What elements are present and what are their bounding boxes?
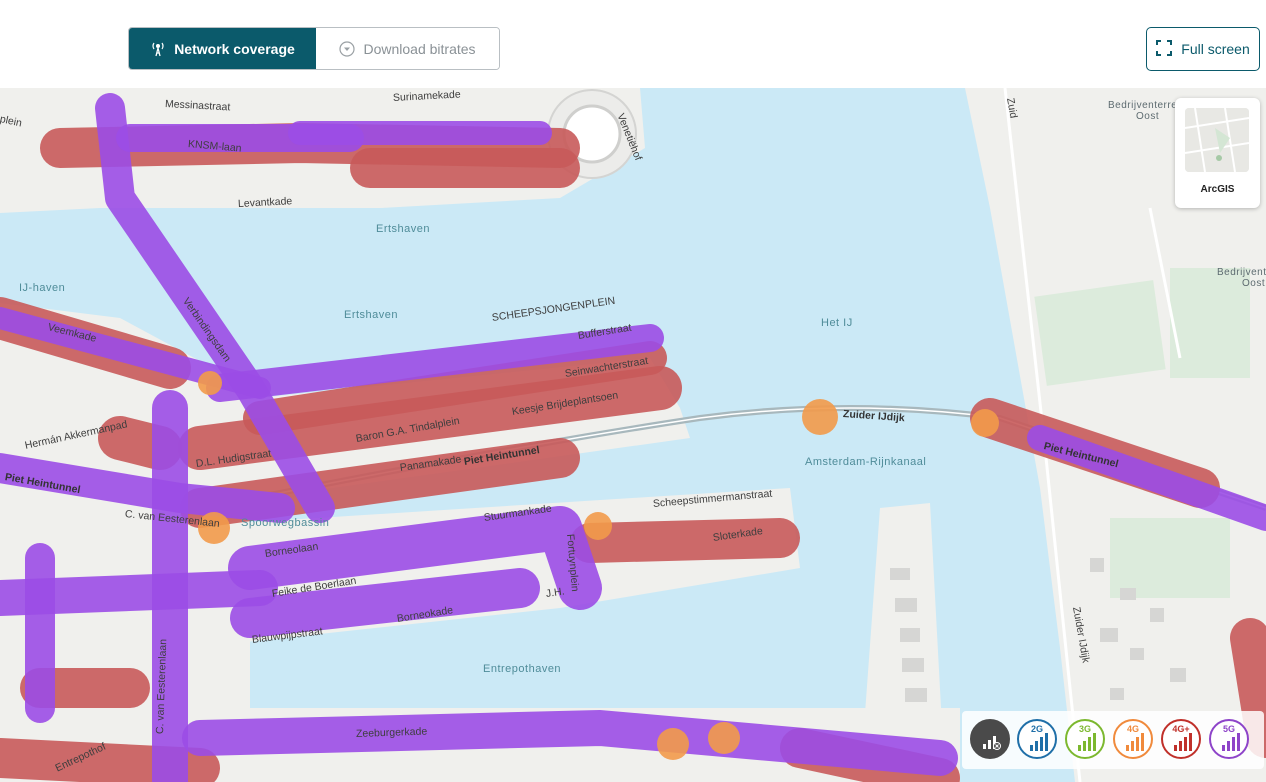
- signal-bars-icon: [1174, 733, 1192, 751]
- water-label-het-ij: Het IJ: [821, 317, 853, 329]
- network-coverage-tab[interactable]: Network coverage: [129, 28, 316, 69]
- antenna-icon: [150, 41, 166, 57]
- basemap-switcher[interactable]: ArcGIS: [1175, 98, 1260, 208]
- filter-5g[interactable]: 5G: [1209, 719, 1249, 759]
- filter-4g-plus[interactable]: 4G+: [1161, 719, 1201, 759]
- download-circle-icon: [339, 40, 356, 57]
- coverage-map[interactable]: Ertshaven Ertshaven IJ-haven Het IJ Amst…: [0, 88, 1266, 782]
- water-label-amsterdam-rijnkanaal: Amsterdam-Rijnkanaal: [805, 456, 927, 468]
- fullscreen-button[interactable]: Full screen: [1146, 27, 1260, 71]
- street-label: Zeeburgerkade: [355, 725, 428, 740]
- signal-bars-icon: [1126, 733, 1144, 751]
- area-label-oost-2: Oost: [1242, 278, 1266, 289]
- water-label-ertshaven-2: Ertshaven: [344, 309, 399, 321]
- area-label-bedrijventerrein-2: Bedrijventer: [1217, 267, 1266, 278]
- download-bitrates-tab[interactable]: Download bitrates: [316, 28, 499, 69]
- signal-off-icon: [983, 736, 1001, 750]
- filter-3g[interactable]: 3G: [1065, 719, 1105, 759]
- signal-bars-icon: [1078, 733, 1096, 751]
- fullscreen-label: Full screen: [1181, 41, 1250, 57]
- expand-icon: [1156, 39, 1173, 59]
- top-bar: Network coverage Download bitrates Full …: [0, 0, 1266, 88]
- map-canvas: [0, 88, 1266, 782]
- basemap-thumbnail: [1185, 108, 1249, 172]
- water-label-spoorwegbassin: Spoorwegbassin: [241, 517, 330, 529]
- water-label-entrepothaven: Entrepothaven: [483, 663, 562, 675]
- signal-bars-icon: [1030, 733, 1048, 751]
- network-legend: 2G 3G 4G 4G+ 5G: [962, 711, 1264, 769]
- download-bitrates-label: Download bitrates: [363, 40, 476, 57]
- water-label-ertshaven: Ertshaven: [376, 223, 431, 235]
- filter-all-networks[interactable]: [970, 719, 1010, 759]
- view-mode-toggle: Network coverage Download bitrates: [128, 27, 500, 70]
- water-label-ij-haven: IJ-haven: [19, 282, 66, 294]
- network-coverage-label: Network coverage: [174, 40, 295, 57]
- basemap-label: ArcGIS: [1200, 184, 1235, 195]
- signal-bars-icon: [1222, 733, 1240, 751]
- street-label: J.H.: [545, 585, 566, 600]
- filter-2g[interactable]: 2G: [1017, 719, 1057, 759]
- area-label-oost: Oost: [1136, 111, 1160, 122]
- filter-4g[interactable]: 4G: [1113, 719, 1153, 759]
